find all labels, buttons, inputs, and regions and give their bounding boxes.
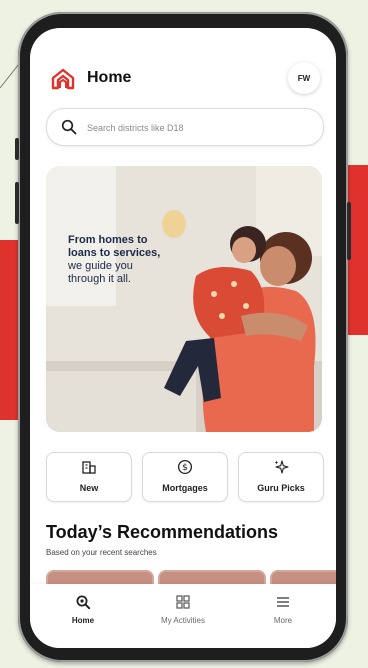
app-screen: Home FW Search districts like D18 From h… (30, 28, 336, 648)
app-logo-icon (51, 68, 75, 90)
section-title: Today’s Recommendations (46, 522, 279, 542)
hero-banner[interactable]: From homes to loans to services, we guid… (46, 166, 322, 432)
nav-label: Home (71, 616, 95, 625)
sparkle-icon (274, 460, 289, 474)
hero-line: through it all. (68, 273, 131, 285)
dollar-circle-icon: $ (177, 459, 193, 475)
nav-item-home[interactable]: Home (38, 592, 128, 636)
hero-line: From homes to (68, 234, 148, 246)
search-input[interactable] (85, 118, 309, 138)
quick-actions: New $ Mortgages Guru Picks (46, 452, 324, 502)
phone-side-button (15, 182, 19, 224)
new-button[interactable]: New (46, 452, 132, 502)
phone-side-button (347, 202, 351, 260)
svg-text:$: $ (182, 463, 188, 473)
tile-label: New (79, 483, 99, 493)
building-icon (82, 461, 96, 474)
tile-label: Mortgages (162, 483, 208, 493)
hero-line: loans to services, (68, 247, 161, 259)
app-header: Home FW (30, 28, 336, 98)
hero-photo (46, 166, 322, 432)
phone-side-button (15, 138, 19, 160)
bottom-nav: Home My Activities More (30, 584, 336, 648)
nav-label: My Activities (160, 616, 205, 625)
guru-picks-button[interactable]: Guru Picks (238, 452, 324, 502)
avatar[interactable]: FW (288, 62, 320, 94)
menu-icon (277, 597, 289, 607)
hero-tagline: From homes to loans to services, we guid… (68, 234, 198, 286)
grid-icon (176, 595, 190, 609)
nav-item-more[interactable]: More (238, 592, 328, 636)
nav-label: More (273, 616, 293, 625)
nav-item-my-activities[interactable]: My Activities (138, 592, 228, 636)
search-bar[interactable] (46, 108, 324, 146)
section-subtitle: Based on your recent searches (46, 548, 157, 557)
mortgages-button[interactable]: $ Mortgages (142, 452, 228, 502)
tile-label: Guru Picks (257, 483, 305, 493)
search-home-icon (76, 595, 91, 610)
search-icon (61, 119, 77, 135)
page-title: Home (87, 69, 132, 86)
hero-line: we guide you (68, 260, 133, 272)
